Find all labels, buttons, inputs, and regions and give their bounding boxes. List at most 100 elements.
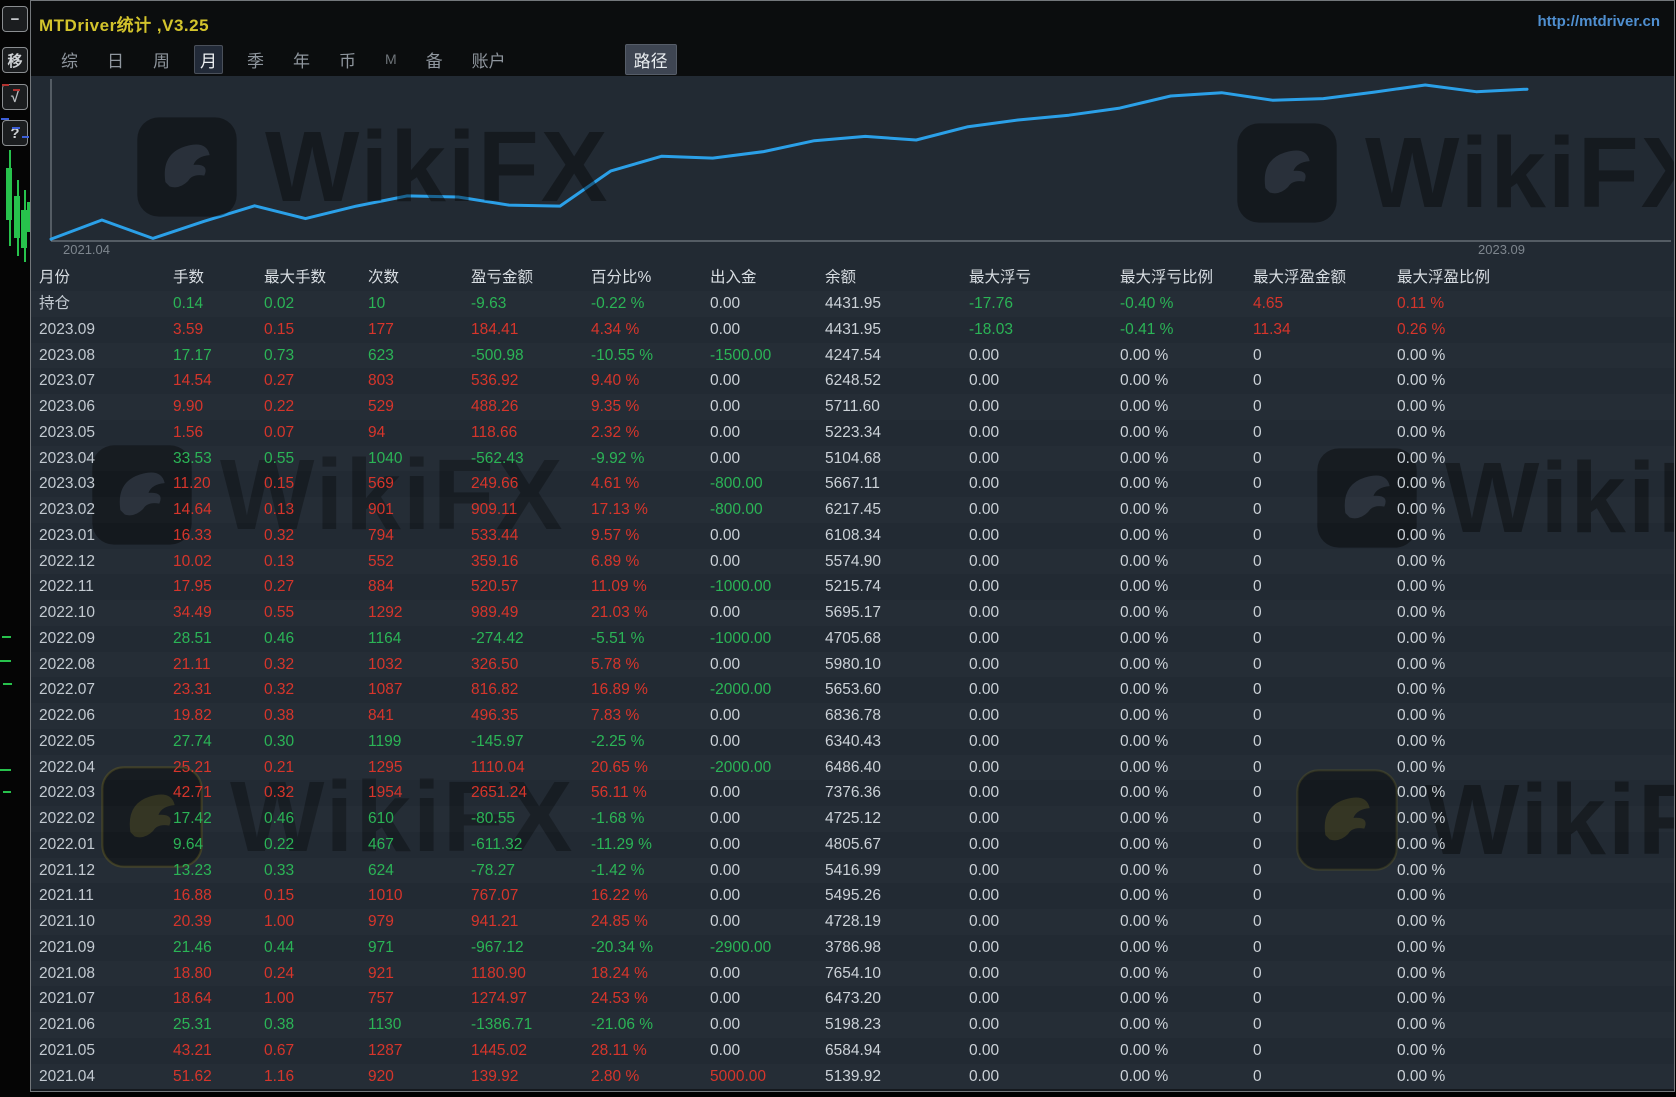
table-cell: -0.41 % xyxy=(1120,1089,1253,1092)
table-cell: 529 xyxy=(368,394,471,420)
table-cell: 0.00 xyxy=(969,523,1120,549)
table-cell: 1954 xyxy=(368,780,471,806)
table-cell: 2023.02 xyxy=(39,497,173,523)
table-cell: 21.46 xyxy=(173,935,264,961)
table-cell: 5139.92 xyxy=(825,1064,969,1090)
table-cell: 9.40 % xyxy=(591,368,710,394)
table-cell: 0.00 % xyxy=(1397,446,1675,472)
table-cell: 2021.11 xyxy=(39,883,173,909)
table-cell: 0.00 % xyxy=(1120,549,1253,575)
table-cell: 28.51 xyxy=(173,626,264,652)
table-cell: 2023.08 xyxy=(39,343,173,369)
table-cell: 979 xyxy=(368,909,471,935)
menu-item-年[interactable]: 年 xyxy=(288,45,315,74)
table-cell: 0.00 % xyxy=(1120,909,1253,935)
table-cell: 0 xyxy=(1253,394,1397,420)
check-button[interactable]: √ xyxy=(2,84,28,110)
table-cell: 0.00 % xyxy=(1397,832,1675,858)
table-cell: 0.00 % xyxy=(1397,549,1675,575)
table-cell: 2023.07 xyxy=(39,368,173,394)
table-cell: 11.34 xyxy=(1253,1089,1397,1092)
table-cell: 2023.01 xyxy=(39,523,173,549)
table-cell: 4.34 % xyxy=(591,317,710,343)
table-cell: 0 xyxy=(1253,1012,1397,1038)
table-cell: 9.57 % xyxy=(591,523,710,549)
table-cell: 1199 xyxy=(368,729,471,755)
table-cell: 0.32 xyxy=(264,652,368,678)
column-header: 月份 xyxy=(39,265,173,291)
menu-item-周[interactable]: 周 xyxy=(148,45,175,74)
table-cell: 0.38 xyxy=(264,1012,368,1038)
table-cell: 1032 xyxy=(368,652,471,678)
table-row: 2023.0311.200.15569249.664.61 %-800.0056… xyxy=(31,471,1675,497)
table-body: 持仓0.140.0210-9.63-0.22 %0.004431.95-17.7… xyxy=(31,291,1675,1092)
table-cell: 6340.43 xyxy=(825,729,969,755)
table-cell: 5223.34 xyxy=(825,420,969,446)
table-cell: 5653.60 xyxy=(825,677,969,703)
table-cell: 989.49 xyxy=(471,600,591,626)
table-cell: 0.00 % xyxy=(1397,523,1675,549)
menu-item-季[interactable]: 季 xyxy=(242,45,269,74)
table-cell: 0.00 % xyxy=(1397,471,1675,497)
table-cell: 0.15 xyxy=(264,883,368,909)
table-cell: 0.38 xyxy=(264,703,368,729)
table-cell: 4.65 xyxy=(1253,291,1397,317)
table-cell: 0.00 xyxy=(710,883,825,909)
table-cell: 0.00 % xyxy=(1120,986,1253,1012)
menu-item-日[interactable]: 日 xyxy=(102,45,129,74)
table-cell: 816.82 xyxy=(471,677,591,703)
table-cell: 0.00 xyxy=(969,832,1120,858)
menu-item-账户[interactable]: 账户 xyxy=(467,45,511,74)
table-cell: 0.00 % xyxy=(1397,755,1675,781)
table-cell: 184.41 xyxy=(471,317,591,343)
column-header: 百分比% xyxy=(591,265,710,291)
column-header: 最大浮盈金额 xyxy=(1253,265,1397,291)
table-cell: 841 xyxy=(368,703,471,729)
table-cell: 0.00 % xyxy=(1120,677,1253,703)
table-cell: 0.27 xyxy=(264,368,368,394)
table-cell: 0.26 % xyxy=(1397,1089,1675,1092)
app-title: MTDriver统计 ,V3.25 xyxy=(39,11,209,36)
table-cell: 0.00 xyxy=(710,446,825,472)
table-row: 2022.1034.490.551292989.4921.03 %0.00569… xyxy=(31,600,1675,626)
table-cell: 971 xyxy=(368,935,471,961)
help-button[interactable]: ? xyxy=(2,120,28,146)
menu-item-M[interactable]: M xyxy=(380,49,402,69)
table-cell: 0.00 xyxy=(969,961,1120,987)
table-cell: 5667.11 xyxy=(825,471,969,497)
table-header-row: 月份手数最大手数次数盈亏金额百分比%出入金余额最大浮亏最大浮亏比例最大浮盈金额最… xyxy=(31,265,1675,291)
table-cell: 6836.78 xyxy=(825,703,969,729)
menu-item-路径[interactable]: 路径 xyxy=(625,44,677,75)
table-row: 2022.0928.510.461164-274.42-5.51 %-1000.… xyxy=(31,626,1675,652)
table-cell: 0 xyxy=(1253,574,1397,600)
table-cell: -2.25 % xyxy=(591,729,710,755)
table-cell: 0.00 xyxy=(710,1012,825,1038)
table-cell: 1292 xyxy=(368,600,471,626)
table-cell: 17.95 xyxy=(173,574,264,600)
table-cell: 4.61 % xyxy=(591,471,710,497)
table-cell: 0 xyxy=(1253,883,1397,909)
vendor-url-link[interactable]: http://mtdriver.cn xyxy=(1537,13,1660,30)
table-cell: 0.32 xyxy=(264,677,368,703)
minimize-button[interactable]: − xyxy=(2,6,28,32)
table-cell: 2.32 % xyxy=(591,420,710,446)
menu-item-币[interactable]: 币 xyxy=(334,45,361,74)
move-button[interactable]: 移 xyxy=(2,47,28,73)
menu-item-月[interactable]: 月 xyxy=(194,45,223,74)
column-header: 余额 xyxy=(825,265,969,291)
table-cell: 0.00 xyxy=(710,523,825,549)
table-cell: 2022.12 xyxy=(39,549,173,575)
table-row: 2023.0116.330.32794533.449.57 %0.006108.… xyxy=(31,523,1675,549)
menu-item-备[interactable]: 备 xyxy=(421,45,448,74)
table-cell: -80.55 xyxy=(471,806,591,832)
table-cell: 17.13 % xyxy=(591,497,710,523)
table-cell: 20.65 % xyxy=(591,755,710,781)
table-cell: 0 xyxy=(1253,858,1397,884)
table-cell: 0.00 % xyxy=(1120,600,1253,626)
table-cell: 51.62 xyxy=(173,1064,264,1090)
menu-item-综[interactable]: 综 xyxy=(56,45,83,74)
table-cell: 0.00 xyxy=(969,574,1120,600)
table-cell: 0.13 xyxy=(264,549,368,575)
x-axis-end-label: 2023.09 xyxy=(1478,242,1525,257)
table-cell: 2021.07 xyxy=(39,986,173,1012)
